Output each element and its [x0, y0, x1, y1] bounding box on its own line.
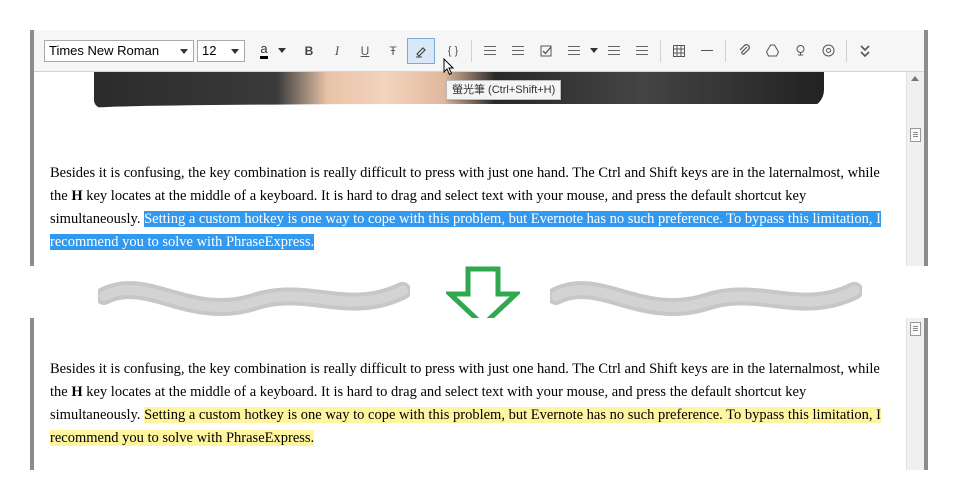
underline-button[interactable]: U	[351, 38, 379, 64]
encrypt-icon	[796, 45, 804, 56]
font-color-dropdown[interactable]	[275, 38, 289, 64]
bulleted-list-button[interactable]	[476, 38, 504, 64]
font-family-value: Times New Roman	[49, 43, 160, 58]
drive-button[interactable]	[758, 38, 786, 64]
toolbar-divider	[660, 39, 661, 62]
attachment-icon	[739, 44, 750, 55]
numbered-list-button[interactable]	[504, 38, 532, 64]
align-dropdown[interactable]	[588, 38, 600, 64]
editor-after: Besides it is confusing, the key combina…	[30, 318, 928, 470]
chevron-down-icon	[278, 48, 286, 53]
horizontal-rule-icon	[701, 50, 713, 51]
settings-button[interactable]	[814, 38, 842, 64]
highlighter-icon	[416, 46, 426, 57]
settings-icon	[822, 44, 834, 57]
checkbox-button[interactable]	[532, 38, 560, 64]
bulleted-list-icon	[484, 45, 496, 56]
font-family-select[interactable]: Times New Roman	[44, 39, 194, 62]
indent-icon	[636, 45, 648, 56]
highlighted-text: Setting a custom hotkey is one way to co…	[50, 407, 881, 446]
outdent-icon	[608, 45, 620, 56]
chevron-down-icon	[180, 48, 188, 54]
scroll-up-arrow-icon[interactable]	[911, 76, 919, 81]
highlighter-button[interactable]	[407, 37, 435, 64]
mouse-pointer-icon	[443, 57, 455, 79]
encrypt-button[interactable]	[786, 38, 814, 64]
attachment-button[interactable]	[730, 38, 758, 64]
numbered-list-icon	[512, 45, 524, 56]
vertical-scrollbar[interactable]	[906, 72, 924, 266]
highlighter-tooltip: 螢光筆 (Ctrl+Shift+H)	[446, 80, 562, 100]
bold-button[interactable]: B	[295, 38, 323, 64]
align-icon	[568, 45, 580, 56]
bold-key-text: H	[71, 188, 83, 204]
toolbar-divider	[471, 39, 472, 62]
chevron-down-icon	[231, 48, 239, 54]
note-paragraph-highlighted[interactable]: Besides it is confusing, the key combina…	[50, 358, 896, 450]
strikethrough-button[interactable]: Ŧ	[379, 38, 407, 64]
scrollbar-thumb[interactable]	[910, 322, 921, 336]
drive-icon	[765, 44, 779, 57]
chevron-down-icon	[590, 48, 598, 53]
toolbar-divider	[846, 39, 847, 62]
italic-button[interactable]: I	[323, 38, 351, 64]
font-size-value: 12	[202, 43, 217, 58]
horizontal-rule-button[interactable]	[693, 38, 721, 64]
more-icon	[860, 44, 870, 57]
selected-text: Setting a custom hotkey is one way to co…	[50, 211, 881, 250]
font-color-button[interactable]: a	[253, 38, 275, 64]
vertical-scrollbar[interactable]	[906, 318, 924, 470]
editor-before: Times New Roman 12 a B I U Ŧ { } 螢光筆 (Ct…	[30, 30, 928, 266]
font-size-select[interactable]: 12	[197, 39, 245, 62]
note-paragraph-selected[interactable]: Besides it is confusing, the key combina…	[50, 162, 896, 254]
toolbar-divider	[725, 39, 726, 62]
outdent-button[interactable]	[600, 38, 628, 64]
align-button[interactable]	[560, 38, 588, 64]
more-options-button[interactable]	[851, 38, 879, 64]
formatting-toolbar: Times New Roman 12 a B I U Ŧ { }	[34, 30, 924, 72]
bold-key-text: H	[71, 384, 83, 400]
scrollbar-thumb[interactable]	[910, 128, 921, 142]
indent-button[interactable]	[628, 38, 656, 64]
insert-table-button[interactable]	[665, 38, 693, 64]
table-icon	[673, 44, 685, 57]
checkbox-icon	[540, 45, 551, 57]
font-color-icon: a	[260, 42, 268, 59]
